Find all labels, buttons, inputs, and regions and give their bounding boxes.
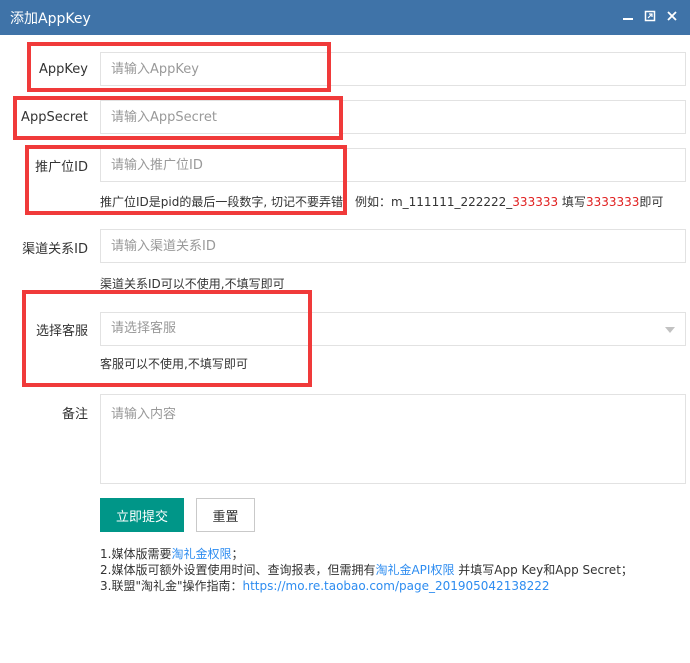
maximize-icon[interactable] bbox=[642, 8, 658, 24]
window-controls bbox=[620, 8, 680, 24]
note-line-3: 3.联盟"淘礼金"操作指南：https://mo.re.taobao.com/p… bbox=[100, 578, 633, 594]
service-select[interactable]: 请选择客服 bbox=[100, 312, 686, 346]
notes: 1.媒体版需要淘礼金权限； 2.媒体版可额外设置使用时间、查询报表，但需拥有淘礼… bbox=[100, 546, 633, 594]
pid-hint-example: 333333 bbox=[512, 195, 559, 209]
appsecret-label: AppSecret bbox=[21, 110, 88, 125]
note-line-1: 1.媒体版需要淘礼金权限； bbox=[100, 546, 633, 562]
note-1-suffix: ； bbox=[231, 547, 244, 561]
chevron-down-icon bbox=[665, 327, 675, 333]
minimize-icon[interactable] bbox=[620, 8, 636, 24]
pid-input[interactable] bbox=[100, 148, 686, 182]
pid-hint-prefix: 推广位ID是pid的最后一段数字, 切记不要弄错，例如：m_111111_222… bbox=[100, 195, 513, 209]
note-2-text: 2.媒体版可额外设置使用时间、查询报表，但需拥有 bbox=[100, 563, 376, 577]
channel-input[interactable] bbox=[100, 229, 686, 263]
close-icon[interactable] bbox=[664, 8, 680, 24]
note-3-text: 3.联盟"淘礼金"操作指南： bbox=[100, 579, 243, 593]
channel-label: 渠道关系ID bbox=[22, 242, 88, 257]
service-label: 选择客服 bbox=[35, 324, 88, 339]
appsecret-input[interactable] bbox=[100, 100, 686, 134]
reset-button[interactable]: 重置 bbox=[196, 498, 255, 532]
pid-hint: 推广位ID是pid的最后一段数字, 切记不要弄错，例如：m_111111_222… bbox=[100, 193, 663, 210]
remark-label: 备注 bbox=[61, 407, 88, 422]
note-line-2: 2.媒体版可额外设置使用时间、查询报表，但需拥有淘礼金API权限 并填写App … bbox=[100, 562, 633, 578]
pid-hint-mid: 填写 bbox=[558, 195, 586, 209]
submit-button[interactable]: 立即提交 bbox=[100, 498, 184, 532]
service-hint: 客服可以不使用,不填写即可 bbox=[100, 357, 248, 371]
window-titlebar: 添加AppKey bbox=[0, 0, 690, 35]
appkey-label: AppKey bbox=[39, 62, 88, 77]
pid-label: 推广位ID bbox=[35, 160, 88, 175]
channel-hint: 渠道关系ID可以不使用,不填写即可 bbox=[100, 277, 285, 291]
note-2-suffix: 并填写App Key和App Secret； bbox=[454, 563, 633, 577]
appkey-input[interactable] bbox=[100, 52, 686, 86]
taolijin-api-permission-link[interactable]: 淘礼金API权限 bbox=[375, 563, 454, 577]
taolijin-permission-link[interactable]: 淘礼金权限 bbox=[171, 547, 231, 561]
remark-textarea[interactable] bbox=[100, 394, 686, 484]
window-title: 添加AppKey bbox=[10, 11, 91, 27]
pid-hint-answer: 3333333 bbox=[585, 195, 640, 209]
pid-hint-suffix: 即可 bbox=[639, 195, 664, 209]
service-select-value: 请选择客服 bbox=[111, 321, 177, 336]
note-1-text: 1.媒体版需要 bbox=[100, 547, 172, 561]
guide-link[interactable]: https://mo.re.taobao.com/page_2019050421… bbox=[243, 579, 550, 593]
